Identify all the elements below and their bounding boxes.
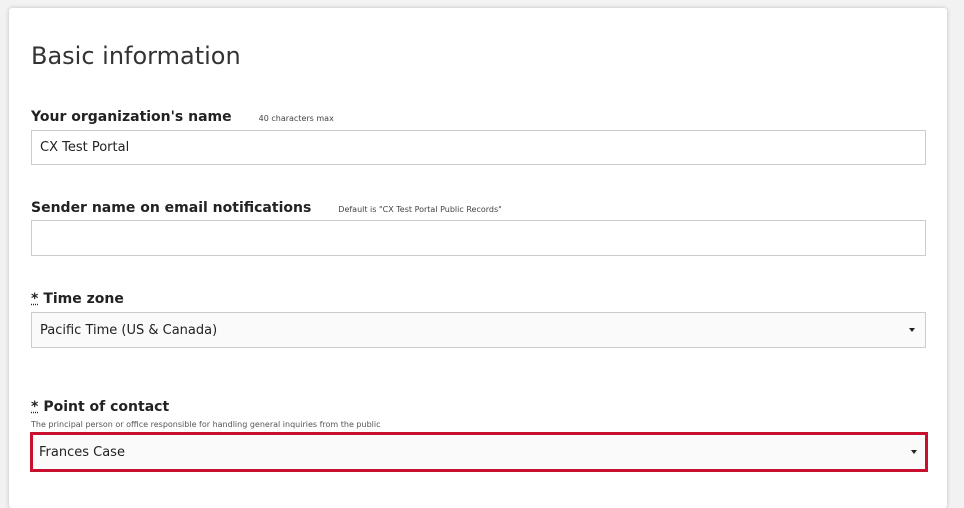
sender-name-input[interactable] <box>31 220 926 256</box>
time-zone-label-row: * Time zone <box>31 291 124 307</box>
section-title: Basic information <box>31 42 241 70</box>
sender-name-label-row: Sender name on email notifications Defau… <box>31 200 502 216</box>
time-zone-required-mark: * <box>31 291 39 307</box>
org-name-label: Your organization's name <box>31 109 232 125</box>
sender-name-hint: Default is "CX Test Portal Public Record… <box>338 205 502 214</box>
org-name-input[interactable] <box>31 130 926 165</box>
point-of-contact-label: Point of contact <box>43 399 170 415</box>
point-of-contact-selected-value: Frances Case <box>39 444 125 460</box>
time-zone-label: Time zone <box>43 291 124 307</box>
org-name-label-row: Your organization's name 40 characters m… <box>31 109 334 125</box>
point-of-contact-label-row: * Point of contact <box>31 399 169 415</box>
sender-name-label: Sender name on email notifications <box>31 200 312 216</box>
time-zone-select[interactable]: Pacific Time (US & Canada) <box>31 312 926 348</box>
caret-down-icon <box>911 450 917 454</box>
point-of-contact-select[interactable]: Frances Case <box>30 432 928 472</box>
org-name-hint: 40 characters max <box>258 114 334 123</box>
caret-down-icon <box>909 328 915 332</box>
basic-information-card: Basic information Your organization's na… <box>9 8 947 508</box>
point-of-contact-description: The principal person or office responsib… <box>31 420 381 429</box>
point-of-contact-required-mark: * <box>31 399 39 415</box>
time-zone-selected-value: Pacific Time (US & Canada) <box>40 322 218 338</box>
